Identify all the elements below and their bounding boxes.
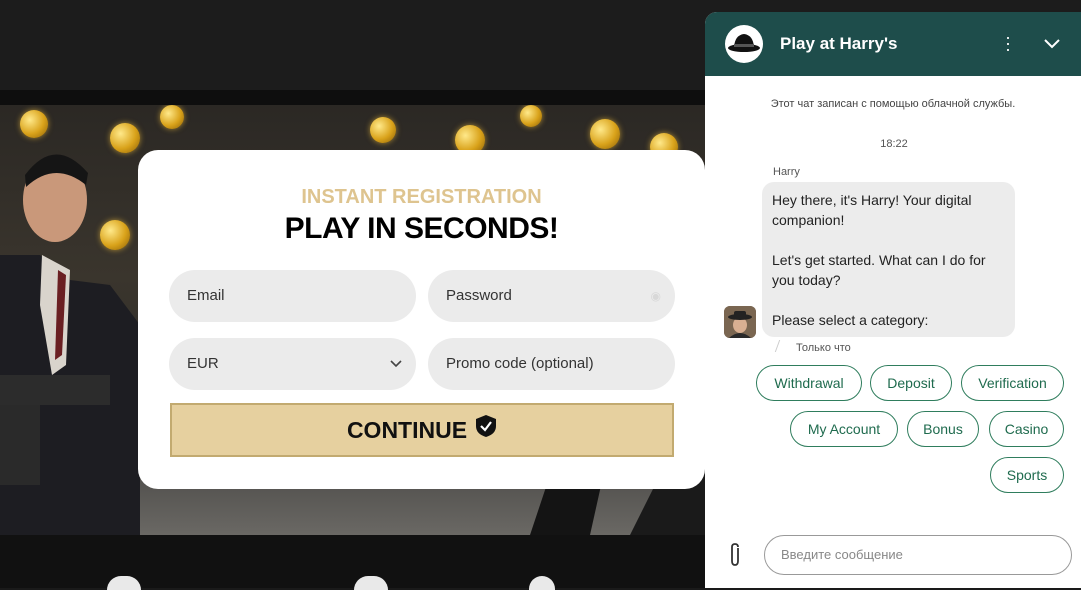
password-field[interactable]: Password ◉	[428, 270, 675, 322]
password-placeholder: Password	[446, 287, 512, 304]
gold-coin-image	[370, 117, 396, 143]
gold-coin-image	[520, 105, 542, 127]
message-input[interactable]: Введите сообщение	[764, 535, 1072, 575]
category-withdrawal-button[interactable]: Withdrawal	[756, 365, 862, 401]
paperclip-icon[interactable]	[727, 542, 743, 573]
message-input-placeholder: Введите сообщение	[781, 547, 903, 562]
chat-recorded-notice: Этот чат записан с помощью облачной служ…	[770, 98, 1016, 110]
message-paragraph: Please select a category:	[772, 312, 929, 328]
message-paragraph: Let's get started. What can I do for you…	[772, 252, 986, 288]
currency-select[interactable]: EUR	[169, 338, 416, 390]
more-options-icon[interactable]: · · ·	[1003, 28, 1013, 58]
chat-widget: Play at Harry's · · · Этот чат записан с п…	[705, 12, 1081, 588]
show-password-icon[interactable]: ◉	[651, 270, 661, 322]
harry-message-avatar	[724, 306, 756, 338]
currency-value: EUR	[187, 355, 219, 372]
email-placeholder: Email	[187, 287, 225, 304]
message-paragraph: Hey there, it's Harry! Your digital comp…	[772, 192, 972, 228]
message-status: Только что	[796, 342, 851, 354]
registration-subtitle: INSTANT REGISTRATION	[301, 186, 542, 208]
gold-coin-image	[160, 105, 184, 129]
message-bubble: Hey there, it's Harry! Your digital comp…	[762, 182, 1015, 337]
message-sender: Harry	[773, 166, 800, 178]
gangster-character-image	[0, 154, 140, 535]
category-casino-button[interactable]: Casino	[989, 411, 1064, 447]
category-bonus-button[interactable]: Bonus	[907, 411, 979, 447]
category-verification-button[interactable]: Verification	[961, 365, 1064, 401]
gold-coin-image	[590, 119, 620, 149]
site-divider-strip	[0, 90, 720, 105]
chat-timestamp: 18:22	[880, 138, 908, 150]
shield-check-icon	[475, 405, 497, 455]
registration-card: INSTANT REGISTRATION PLAY IN SECONDS! Em…	[138, 150, 705, 489]
email-field[interactable]: Email	[169, 270, 416, 322]
continue-button[interactable]: CONTINUE	[170, 403, 674, 457]
category-sports-button[interactable]: Sports	[990, 457, 1064, 493]
registration-title: PLAY IN SECONDS!	[284, 212, 559, 245]
category-my-account-button[interactable]: My Account	[790, 411, 898, 447]
promo-code-field[interactable]: Promo code (optional)	[428, 338, 675, 390]
promo-placeholder: Promo code (optional)	[446, 355, 594, 372]
chevron-down-icon	[390, 338, 402, 390]
minimize-chevron-icon[interactable]	[1043, 34, 1061, 57]
chat-title: Play at Harry's	[780, 34, 898, 53]
harry-avatar	[725, 25, 763, 63]
message-tail	[774, 340, 793, 352]
category-deposit-button[interactable]: Deposit	[870, 365, 952, 401]
continue-label: CONTINUE	[346, 417, 468, 443]
chat-header: Play at Harry's · · ·	[705, 12, 1081, 76]
